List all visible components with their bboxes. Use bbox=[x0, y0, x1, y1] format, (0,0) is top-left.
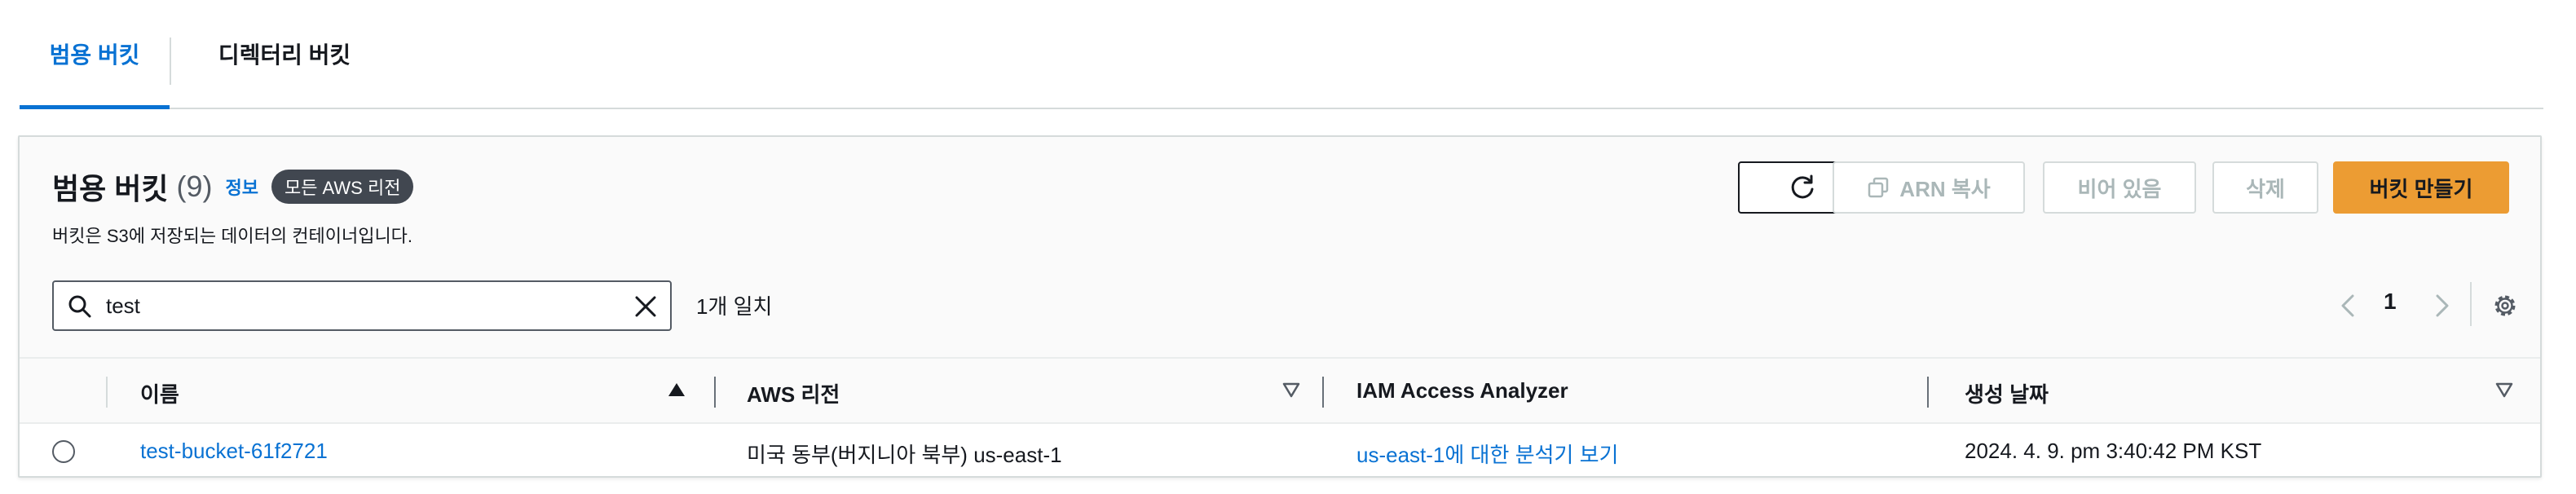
info-link[interactable]: 정보 bbox=[225, 174, 258, 200]
clear-icon[interactable] bbox=[633, 293, 659, 320]
column-header-created[interactable]: 생성 날짜 bbox=[1965, 378, 2049, 408]
bucket-region: 미국 동부(버지니아 북부) us-east-1 bbox=[747, 443, 1062, 467]
copy-icon bbox=[1868, 177, 1889, 198]
current-page[interactable]: 1 bbox=[2384, 289, 2397, 315]
bucket-count: (9) bbox=[176, 170, 213, 203]
active-tab-indicator bbox=[20, 105, 170, 109]
sort-descending-icon[interactable] bbox=[1281, 380, 1301, 399]
delete-label: 삭제 bbox=[2246, 176, 2285, 201]
create-bucket-label: 버킷 만들기 bbox=[2369, 176, 2473, 201]
empty-bucket-button[interactable]: 비어 있음 bbox=[2043, 161, 2196, 214]
column-divider[interactable] bbox=[714, 377, 716, 408]
search-input[interactable] bbox=[104, 289, 610, 323]
copy-arn-button[interactable]: ARN 복사 bbox=[1833, 161, 2025, 214]
delete-button[interactable]: 삭제 bbox=[2212, 161, 2318, 214]
pager-divider bbox=[2470, 282, 2472, 326]
tab-divider bbox=[170, 37, 171, 85]
column-divider bbox=[106, 377, 108, 408]
match-count: 1개 일치 bbox=[696, 294, 773, 319]
sort-ascending-icon[interactable] bbox=[667, 380, 686, 399]
bucket-name-link[interactable]: test-bucket-61f2721 bbox=[140, 439, 328, 464]
panel-title-row: 범용 버킷 (9) 정보 모든 AWS 리전 bbox=[52, 165, 414, 209]
tab-directory-buckets[interactable]: 디렉터리 버킷 bbox=[202, 0, 367, 108]
page-title: 범용 버킷 bbox=[52, 172, 169, 205]
tab-label: 디렉터리 버킷 bbox=[218, 42, 351, 68]
tab-bar: 범용 버킷 디렉터리 버킷 bbox=[20, 0, 2543, 109]
table-row[interactable]: test-bucket-61f2721 미국 동부(버지니아 북부) us-ea… bbox=[20, 424, 2540, 476]
bucket-created-date: 2024. 4. 9. pm 3:40:42 PM KST bbox=[1965, 439, 2262, 463]
search-field[interactable] bbox=[52, 280, 672, 331]
empty-bucket-label: 비어 있음 bbox=[2077, 176, 2162, 201]
create-bucket-button[interactable]: 버킷 만들기 bbox=[2333, 161, 2509, 214]
search-icon bbox=[68, 295, 91, 318]
tab-label: 범용 버킷 bbox=[49, 42, 140, 68]
column-header-name[interactable]: 이름 bbox=[140, 378, 179, 408]
column-divider[interactable] bbox=[1927, 377, 1929, 408]
copy-arn-label: ARN 복사 bbox=[1899, 176, 1991, 201]
row-select-radio[interactable] bbox=[52, 440, 75, 463]
tab-general-purpose-buckets[interactable]: 범용 버킷 bbox=[20, 0, 170, 109]
table-header: 이름 AWS 리전 IAM Access Analyzer 생성 날짜 bbox=[20, 359, 2540, 424]
chevron-right-icon[interactable] bbox=[2429, 292, 2455, 320]
refresh-icon bbox=[1791, 174, 1814, 199]
panel-description: 버킷은 S3에 저장되는 데이터의 컨테이너입니다. bbox=[52, 226, 413, 246]
region-badge: 모든 AWS 리전 bbox=[271, 170, 414, 204]
column-header-region[interactable]: AWS 리전 bbox=[747, 378, 840, 408]
column-divider[interactable] bbox=[1322, 377, 1324, 408]
gear-icon[interactable] bbox=[2491, 292, 2519, 320]
sort-descending-icon[interactable] bbox=[2494, 380, 2514, 399]
column-header-access-analyzer[interactable]: IAM Access Analyzer bbox=[1356, 378, 1568, 404]
panel-header: 범용 버킷 (9) 정보 모든 AWS 리전 버킷은 S3에 저장되는 데이터의… bbox=[20, 137, 2540, 359]
chevron-left-icon[interactable] bbox=[2335, 292, 2361, 320]
view-analyzer-link[interactable]: us-east-1에 대한 분석기 보기 bbox=[1356, 439, 1618, 469]
buckets-panel: 범용 버킷 (9) 정보 모든 AWS 리전 버킷은 S3에 저장되는 데이터의… bbox=[18, 135, 2542, 478]
